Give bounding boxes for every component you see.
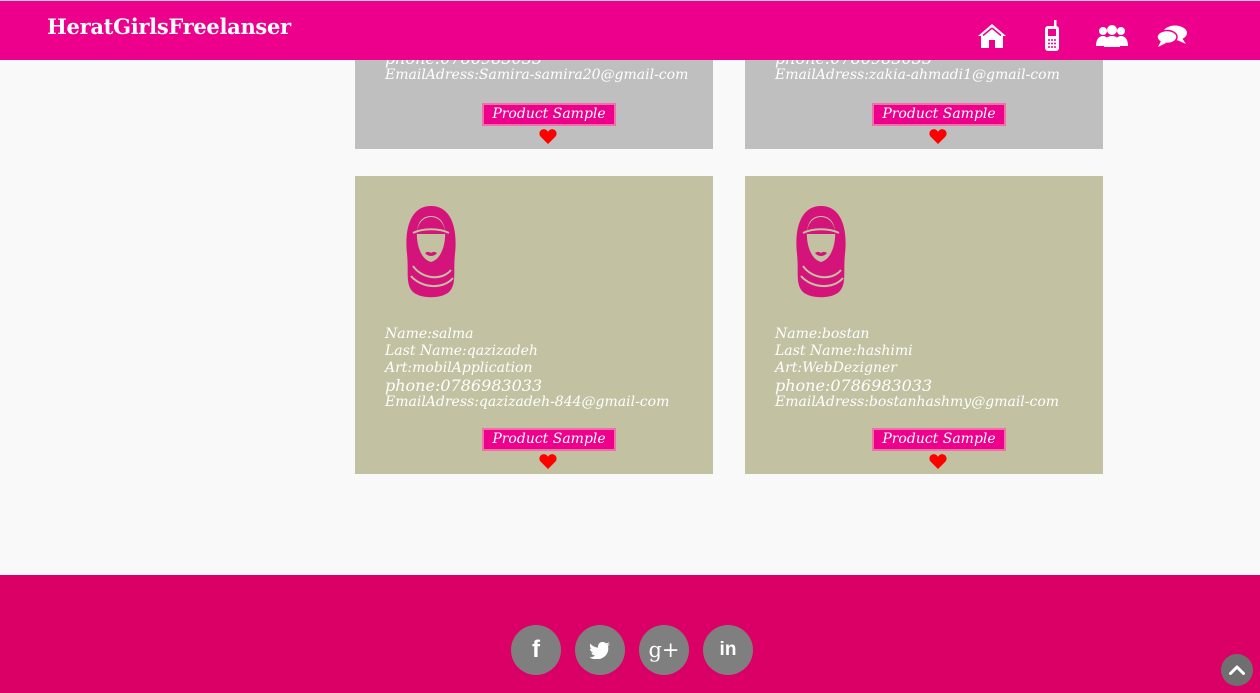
page-footer: f g+ in: [0, 575, 1260, 693]
linkedin-icon[interactable]: in: [703, 625, 753, 675]
freelancer-card: Name:salma Last Name:qazizadeh Art:mobil…: [355, 176, 713, 474]
heart-icon[interactable]: [929, 128, 947, 144]
twitter-icon[interactable]: [575, 625, 625, 675]
mobile-phone-icon[interactable]: [1034, 18, 1070, 54]
woman-hijab-avatar-icon: [406, 206, 456, 298]
brand-title[interactable]: HeratGirlsFreelanser: [47, 14, 291, 39]
card-art: Art:mobilApplication: [385, 360, 533, 376]
facebook-icon[interactable]: f: [511, 625, 561, 675]
card-info: Name:salma Last Name:qazizadeh Art:mobil…: [385, 326, 669, 411]
product-sample-button[interactable]: Product Sample: [872, 103, 1006, 126]
card-email: EmailAdress:qazizadeh-844@gmail-com: [385, 394, 670, 410]
woman-hijab-avatar-icon: [796, 206, 846, 298]
card-email: EmailAdress:zakia-ahmadi1@gmail-com: [775, 67, 1060, 83]
chevron-up-icon[interactable]: [1221, 654, 1253, 686]
google-plus-icon[interactable]: g+: [639, 625, 689, 675]
heart-icon[interactable]: [539, 128, 557, 144]
home-icon[interactable]: [974, 18, 1010, 54]
card-last-name: Last Name:qazizadeh: [385, 343, 538, 359]
product-sample-button[interactable]: Product Sample: [482, 428, 616, 451]
product-sample-button[interactable]: Product Sample: [482, 103, 616, 126]
card-email: EmailAdress:bostanhashmy@gmail-com: [775, 394, 1060, 410]
card-last-name: Last Name:hashimi: [775, 343, 913, 359]
card-phone: phone:0786983033: [775, 376, 933, 395]
card-phone: phone:0786983033: [385, 376, 543, 395]
users-group-icon[interactable]: [1094, 18, 1130, 54]
freelancer-card: Name:bostan Last Name:hashimi Art:WebDez…: [745, 176, 1103, 474]
heart-icon[interactable]: [929, 453, 947, 469]
card-art: Art:WebDezigner: [775, 360, 897, 376]
product-sample-button[interactable]: Product Sample: [872, 428, 1006, 451]
chat-bubbles-icon[interactable]: [1154, 18, 1190, 54]
heart-icon[interactable]: [539, 453, 557, 469]
card-name: Name:salma: [385, 326, 474, 342]
card-name: Name:bostan: [775, 326, 870, 342]
card-info: Name:bostan Last Name:hashimi Art:WebDez…: [775, 326, 1059, 411]
top-navbar: HeratGirlsFreelanser: [0, 0, 1260, 60]
card-email: EmailAdress:Samira-samira20@gmail-com: [385, 67, 689, 83]
